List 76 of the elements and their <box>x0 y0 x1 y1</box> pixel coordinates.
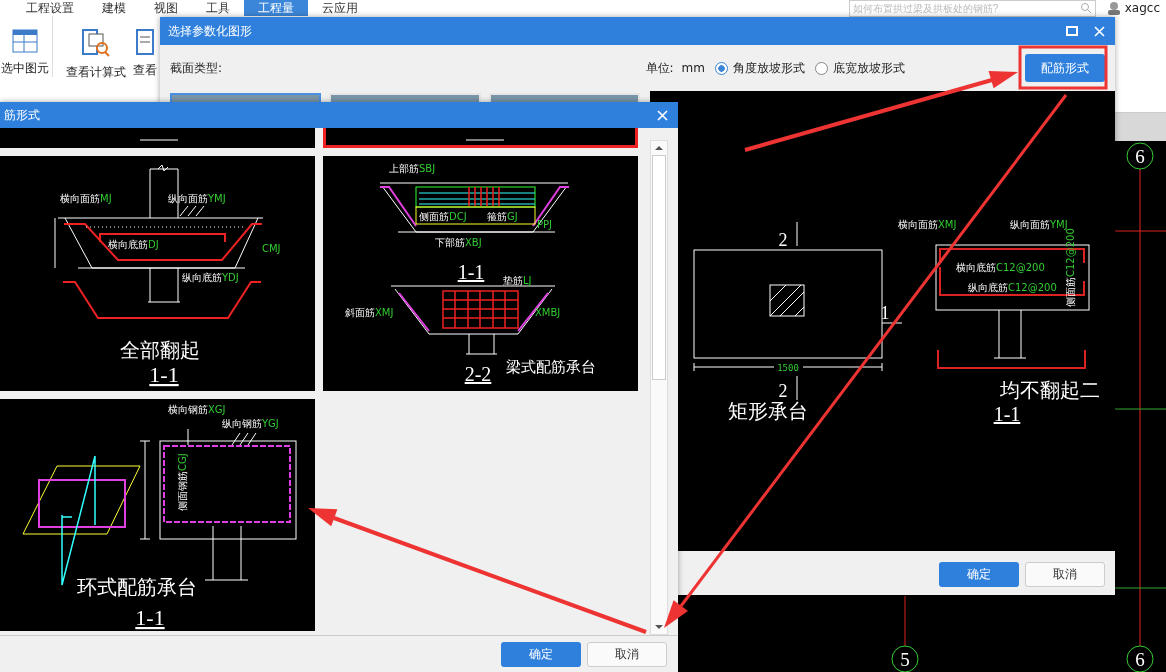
drawing-label: 纵向面筋YMJ <box>168 193 226 204</box>
drawing-label: 横向底筋C12@200 <box>956 262 1045 273</box>
section-line <box>465 139 505 141</box>
section-mark: 1 <box>880 303 890 323</box>
section-line <box>139 139 179 141</box>
menu-tab[interactable]: 工程设置 <box>12 0 88 16</box>
table-icon <box>12 28 38 54</box>
section-mark: 2 <box>778 230 788 250</box>
section-number: 1-1 <box>993 403 1021 425</box>
unit-label: 单位: <box>645 59 674 77</box>
dialog-title: 选择参数化图形 <box>168 22 252 40</box>
drawing-title: 梁式配筋承台 <box>506 358 596 376</box>
drawing-label: 横向面筋MJ <box>60 193 112 204</box>
section-number: 1-1 <box>457 261 485 283</box>
section-mark: 2 <box>778 381 788 401</box>
drawing-label: 上部筋SBJ <box>389 163 436 174</box>
cancel-button[interactable]: 取消 <box>1025 562 1105 587</box>
ribbon-button[interactable]: 选中图元 <box>0 16 53 77</box>
radio-option[interactable]: 角度放坡形式 <box>715 59 805 77</box>
drawing-label: 纵向底筋C12@200 <box>968 282 1057 293</box>
thumbnail-card[interactable]: 横向面筋MJ 纵向面筋YMJ 横向底筋DJ 纵向底筋YDJ CMJ 全部翻起 1-1 <box>0 156 315 391</box>
scrollbar[interactable] <box>650 140 668 635</box>
drawing-label: 垫筋LJ <box>503 275 532 286</box>
dimension-label: 1500 <box>777 363 799 373</box>
thumbnail-card[interactable]: 横向钢筋XGJ 纵向钢筋YGJ 侧面钢筋CGJ 环式配筋承台 1-1 <box>0 399 315 631</box>
unit-value: mm <box>681 61 705 75</box>
menu-tab[interactable]: 云应用 <box>308 0 372 16</box>
axis-marker: 5 <box>891 645 919 672</box>
drawing-label: 纵向底筋YDJ <box>182 272 239 283</box>
document-icon <box>135 28 155 56</box>
drawing-label: 横向面筋XMJ <box>898 219 957 230</box>
close-icon[interactable] <box>1094 25 1105 37</box>
section-number: 2-2 <box>464 363 492 385</box>
thumbnail-card[interactable] <box>0 128 315 148</box>
calculator-search-icon <box>81 28 111 58</box>
menu-tab[interactable]: 工具 <box>192 0 244 16</box>
search-icon <box>1079 2 1092 14</box>
menu-tab[interactable]: 视图 <box>140 0 192 16</box>
rebar-form-button[interactable]: 配筋形式 <box>1025 54 1105 82</box>
drawing-label: 横向钢筋XGJ <box>168 404 226 415</box>
ok-button[interactable]: 确定 <box>501 641 581 667</box>
radio-option[interactable]: 底宽放坡形式 <box>815 59 905 77</box>
axis-marker: 6 <box>1126 142 1154 170</box>
close-icon[interactable] <box>657 109 668 121</box>
drawing-label: 侧面筋DCJ <box>419 211 467 222</box>
drawing-title: 环式配筋承台 <box>77 575 197 599</box>
drawing-label: 斜面筋XMJ <box>345 307 394 318</box>
maximize-icon[interactable] <box>1066 26 1078 36</box>
user-name[interactable]: xagcc <box>1124 1 1160 15</box>
ribbon-button[interactable]: 查看计算式 <box>61 16 131 81</box>
drawing-label: 侧面钢筋CGJ <box>177 453 188 511</box>
avatar-icon <box>1105 1 1122 15</box>
drawing-label: PPJ <box>537 219 552 230</box>
drawing-title: 矩形承台 <box>728 400 808 422</box>
drawing-label: 下部筋XBJ <box>435 237 482 248</box>
drawing-label: 纵向钢筋YGJ <box>222 418 279 429</box>
cancel-button[interactable]: 取消 <box>587 641 667 667</box>
drawing-label: 纵向面筋YMJ <box>1010 219 1068 230</box>
section-number: 1-1 <box>149 362 179 387</box>
ribbon-button[interactable]: 查看 <box>131 16 159 79</box>
drawing-label: 横向底筋DJ <box>108 239 159 250</box>
menu-tab[interactable]: 工程量 <box>244 0 308 16</box>
drawing-label: CMJ <box>262 243 281 254</box>
thumbnail-card[interactable]: 上部筋SBJ 侧面筋DCJ 箍筋GJ 下部筋XBJ PPJ 垫筋LJ 斜面筋XMJ XMBJ 1-1 2-2 梁式配筋承台 <box>323 156 638 391</box>
drawing-label: XMBJ <box>535 307 561 318</box>
section-number: 1-1 <box>135 605 165 630</box>
section-type-label: 截面类型: <box>170 59 223 77</box>
axis-marker: 6 <box>1126 645 1154 672</box>
drawing-title: 均不翻起二 <box>1000 379 1100 401</box>
dialog-title: 筋形式 <box>4 106 40 124</box>
drawing-title: 全部翻起 <box>120 339 200 361</box>
drawing-label: 箍筋GJ <box>487 211 518 222</box>
ok-button[interactable]: 确定 <box>939 562 1019 587</box>
thumbnail-card[interactable] <box>323 128 638 148</box>
drawing-label: 侧面筋C12@200 <box>1065 228 1076 307</box>
menu-tab[interactable]: 建模 <box>88 0 140 16</box>
